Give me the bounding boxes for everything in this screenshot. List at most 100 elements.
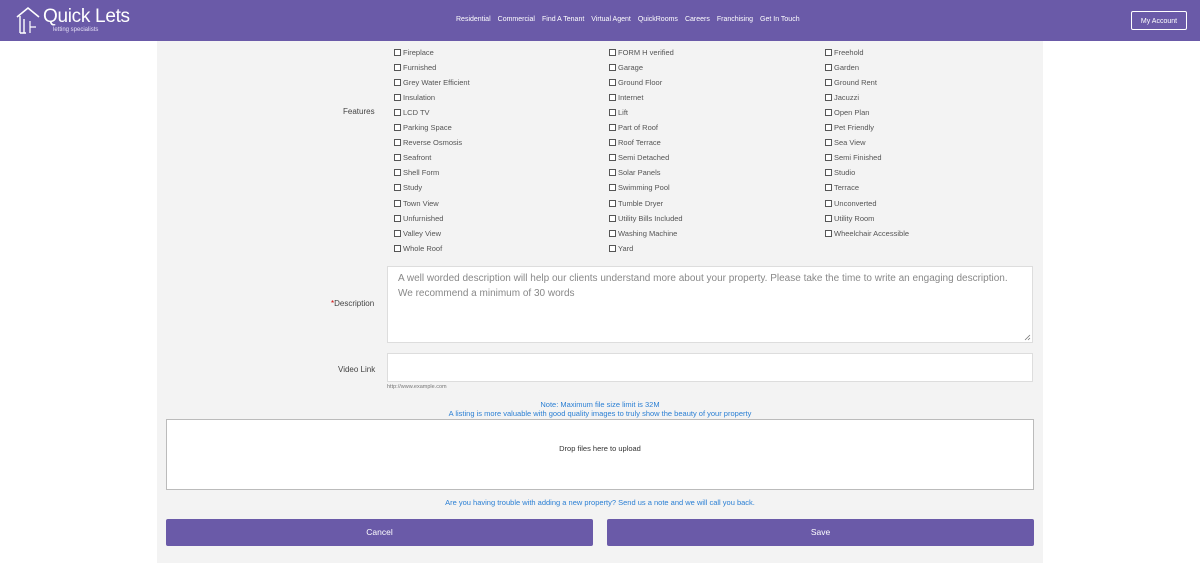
checkbox[interactable] (825, 184, 832, 192)
checkbox[interactable] (609, 184, 616, 192)
checkbox[interactable] (394, 199, 401, 207)
checkbox[interactable] (394, 48, 401, 56)
feature-checkbox-item[interactable]: Unfurnished (394, 213, 443, 223)
checkbox[interactable] (825, 48, 832, 56)
feature-checkbox-item[interactable]: Lift (609, 107, 628, 117)
checkbox[interactable] (394, 139, 401, 147)
nav-find-a-tenant[interactable]: Find A Tenant (542, 16, 584, 23)
checkbox[interactable] (609, 124, 616, 131)
save-button[interactable]: Save (607, 519, 1034, 546)
feature-checkbox-item[interactable]: Ground Floor (609, 77, 662, 87)
cancel-button[interactable]: Cancel (166, 519, 593, 546)
nav-commercial[interactable]: Commercial (498, 16, 535, 23)
feature-checkbox-item[interactable]: Semi Detached (609, 153, 669, 163)
checkbox[interactable] (825, 93, 832, 101)
feature-checkbox-item[interactable]: Garage (609, 62, 643, 72)
checkbox[interactable] (394, 184, 401, 192)
checkbox[interactable] (609, 244, 616, 252)
description-textarea[interactable]: A well worded description will help our … (387, 266, 1033, 343)
checkbox[interactable] (825, 108, 832, 116)
checkbox[interactable] (394, 93, 401, 101)
feature-checkbox-item[interactable]: Washing Machine (609, 228, 677, 238)
feature-checkbox-item[interactable]: Sea View (825, 138, 866, 148)
feature-checkbox-item[interactable]: Pet Friendly (825, 123, 874, 133)
feature-checkbox-item[interactable]: Semi Finished (825, 153, 882, 163)
file-dropzone[interactable]: Drop files here to upload (166, 419, 1034, 490)
checkbox[interactable] (394, 78, 401, 86)
feature-checkbox-item[interactable]: Roof Terrace (609, 138, 661, 148)
checkbox[interactable] (394, 229, 401, 237)
feature-checkbox-item[interactable]: Whole Roof (394, 243, 442, 253)
feature-checkbox-item[interactable]: FORM H verified (609, 47, 674, 57)
nav-franchising[interactable]: Franchising (717, 16, 753, 23)
checkbox[interactable] (394, 214, 401, 222)
feature-checkbox-item[interactable]: Shell Form (394, 168, 439, 178)
feature-checkbox-item[interactable]: Ground Rent (825, 77, 877, 87)
feature-checkbox-item[interactable]: Furnished (394, 62, 436, 72)
feature-checkbox-item[interactable]: Study (394, 183, 422, 193)
feature-checkbox-item[interactable]: Seafront (394, 153, 431, 163)
checkbox[interactable] (609, 214, 616, 222)
feature-checkbox-item[interactable]: Town View (394, 198, 439, 208)
feature-checkbox-item[interactable]: Parking Space (394, 123, 452, 133)
feature-checkbox-item[interactable]: Open Plan (825, 107, 869, 117)
checkbox[interactable] (825, 199, 832, 207)
checkbox[interactable] (609, 154, 616, 162)
feature-checkbox-item[interactable]: Yard (609, 243, 633, 253)
checkbox[interactable] (825, 124, 832, 131)
feature-checkbox-item[interactable]: Utility Bills Included (609, 213, 683, 223)
checkbox[interactable] (609, 48, 616, 56)
checkbox[interactable] (609, 169, 616, 177)
feature-checkbox-item[interactable]: Freehold (825, 47, 864, 57)
checkbox[interactable] (609, 108, 616, 116)
checkbox[interactable] (609, 199, 616, 207)
checkbox[interactable] (394, 63, 401, 71)
video-link-input[interactable] (387, 353, 1033, 382)
feature-checkbox-item[interactable]: Valley View (394, 228, 441, 238)
nav-get-in-touch[interactable]: Get In Touch (760, 16, 800, 23)
checkbox[interactable] (609, 93, 616, 101)
checkbox[interactable] (825, 63, 832, 71)
nav-quickrooms[interactable]: QuickRooms (638, 16, 678, 23)
feature-label: Unfurnished (403, 213, 444, 223)
feature-checkbox-item[interactable]: Internet (609, 92, 643, 102)
feature-checkbox-item[interactable]: LCD TV (394, 107, 430, 117)
nav-virtual-agent[interactable]: Virtual Agent (591, 16, 631, 23)
feature-checkbox-item[interactable]: Terrace (825, 183, 859, 193)
feature-checkbox-item[interactable]: Utility Room (825, 213, 874, 223)
feature-checkbox-item[interactable]: Swimming Pool (609, 183, 670, 193)
feature-checkbox-item[interactable]: Unconverted (825, 198, 877, 208)
checkbox[interactable] (394, 169, 401, 177)
feature-checkbox-item[interactable]: Wheelchair Accessible (825, 228, 909, 238)
checkbox[interactable] (609, 78, 616, 86)
checkbox[interactable] (394, 154, 401, 162)
brand-logo[interactable]: Quick Lets letting specialists (16, 5, 130, 35)
feature-checkbox-item[interactable]: Fireplace (394, 47, 434, 57)
help-link[interactable]: Are you having trouble with adding a new… (157, 498, 1043, 507)
checkbox[interactable] (609, 139, 616, 147)
feature-checkbox-item[interactable]: Reverse Osmosis (394, 138, 462, 148)
checkbox[interactable] (394, 108, 401, 116)
feature-checkbox-item[interactable]: Insulation (394, 92, 435, 102)
checkbox[interactable] (609, 229, 616, 237)
feature-checkbox-item[interactable]: Tumble Dryer (609, 198, 663, 208)
checkbox[interactable] (825, 169, 832, 177)
checkbox[interactable] (394, 124, 401, 131)
nav-residential[interactable]: Residential (456, 16, 491, 23)
feature-checkbox-item[interactable]: Part of Roof (609, 123, 658, 133)
feature-checkbox-item[interactable]: Solar Panels (609, 168, 661, 178)
feature-checkbox-item[interactable]: Studio (825, 168, 855, 178)
feature-checkbox-item[interactable]: Grey Water Efficient (394, 77, 470, 87)
resize-handle-icon[interactable] (1024, 334, 1031, 341)
checkbox[interactable] (825, 229, 832, 237)
my-account-button[interactable]: My Account (1131, 11, 1187, 30)
feature-checkbox-item[interactable]: Jacuzzi (825, 92, 859, 102)
checkbox[interactable] (825, 154, 832, 162)
checkbox[interactable] (825, 214, 832, 222)
checkbox[interactable] (825, 139, 832, 147)
feature-checkbox-item[interactable]: Garden (825, 62, 859, 72)
nav-careers[interactable]: Careers (685, 16, 710, 23)
checkbox[interactable] (825, 78, 832, 86)
checkbox[interactable] (394, 244, 401, 252)
checkbox[interactable] (609, 63, 616, 71)
